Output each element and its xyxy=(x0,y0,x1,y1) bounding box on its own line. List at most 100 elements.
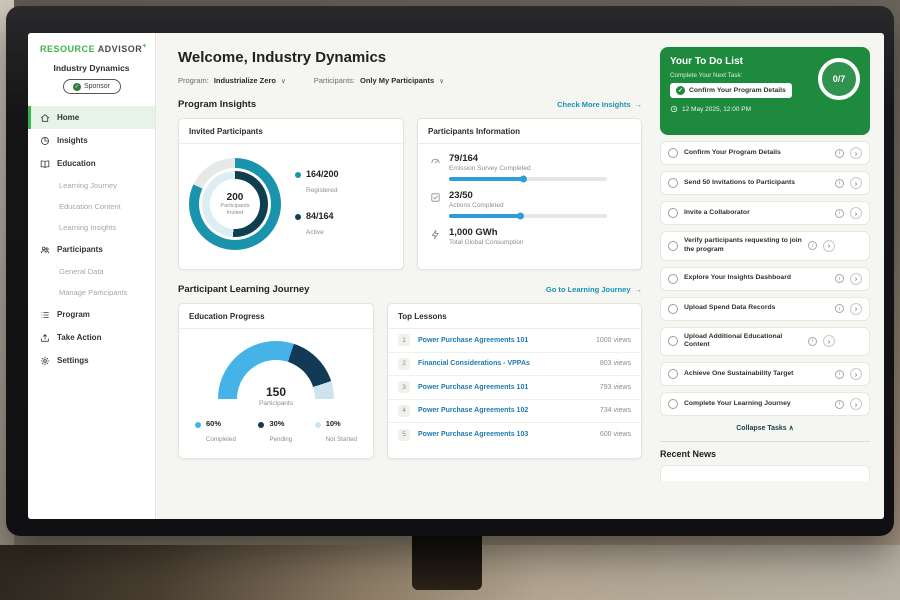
recent-news-card xyxy=(660,465,870,481)
sidebar-item-education-content[interactable]: Education Content xyxy=(28,196,155,217)
learning-journey-header: Participant Learning Journey Go to Learn… xyxy=(178,284,642,295)
meter-icon xyxy=(430,155,441,166)
task-item[interactable]: Upload Additional Educational Content i … xyxy=(660,327,870,357)
todo-header-card: Your To Do List Complete Your Next Task:… xyxy=(660,47,870,135)
card-title: Participants Information xyxy=(418,119,641,144)
legend-completed: 60% Completed xyxy=(195,419,236,446)
stat-value: 1,000 GWh xyxy=(449,227,523,238)
legend-label: Not Started xyxy=(326,436,357,443)
nav-label: Participants xyxy=(57,245,103,254)
logo-primary: RESOURCE xyxy=(40,44,95,54)
energy-icon xyxy=(430,229,441,240)
info-icon[interactable]: i xyxy=(808,241,817,250)
sidebar-item-settings[interactable]: Settings xyxy=(28,349,155,372)
lesson-link[interactable]: Financial Considerations - VPPAs xyxy=(418,360,592,367)
monitor-bezel: RESOURCE ADVISOR+ Industry Dynamics ✓ Sp… xyxy=(6,6,894,536)
chevron-right-icon[interactable]: › xyxy=(850,368,862,380)
task-checkbox[interactable] xyxy=(668,241,678,251)
task-item[interactable]: Achieve One Sustainability Target i › xyxy=(660,362,870,386)
task-checkbox[interactable] xyxy=(668,178,678,188)
task-item[interactable]: Confirm Your Program Details i › xyxy=(660,141,870,165)
task-item[interactable]: Verify participants requesting to join t… xyxy=(660,231,870,261)
home-icon xyxy=(40,113,50,123)
task-label: Send 50 Invitations to Participants xyxy=(684,179,829,188)
card-title: Top Lessons xyxy=(388,304,641,329)
invited-body: 200 Participants Invited 164/200 Registe… xyxy=(179,144,403,264)
info-icon[interactable]: i xyxy=(835,304,844,313)
sidebar-item-education[interactable]: Education xyxy=(28,152,155,175)
program-insights-header: Program Insights Check More Insights → xyxy=(178,99,642,110)
task-label: Confirm Your Program Details xyxy=(684,149,829,158)
task-checkbox[interactable] xyxy=(668,304,678,314)
card-title: Invited Participants xyxy=(179,119,403,144)
task-item[interactable]: Complete Your Learning Journey i › xyxy=(660,392,870,416)
info-icon[interactable]: i xyxy=(835,400,844,409)
lesson-link[interactable]: Power Purchase Agreements 101 xyxy=(418,337,588,344)
sidebar-item-participants[interactable]: Participants xyxy=(28,238,155,261)
dashboard-screen: RESOURCE ADVISOR+ Industry Dynamics ✓ Sp… xyxy=(28,33,884,519)
lesson-link[interactable]: Power Purchase Agreements 103 xyxy=(418,431,592,438)
info-icon[interactable]: i xyxy=(835,149,844,158)
emission-progress-bar xyxy=(449,177,607,181)
task-item[interactable]: Explore Your Insights Dashboard i › xyxy=(660,267,870,291)
task-item[interactable]: Upload Spend Data Records i › xyxy=(660,297,870,321)
sidebar-item-learning-journey[interactable]: Learning Journey xyxy=(28,175,155,196)
gauge-legend: 60% Completed 30% Pending 10% Not Starte… xyxy=(179,407,373,446)
task-checkbox[interactable] xyxy=(668,399,678,409)
participants-dropdown[interactable]: Participants: Only My Participants ∨ xyxy=(314,76,444,85)
chevron-right-icon[interactable]: › xyxy=(850,273,862,285)
info-icon[interactable]: i xyxy=(835,179,844,188)
info-icon[interactable]: i xyxy=(808,337,817,346)
task-checkbox[interactable] xyxy=(668,148,678,158)
lesson-views: 1000 views xyxy=(596,337,631,344)
task-checkbox[interactable] xyxy=(668,208,678,218)
task-checkbox[interactable] xyxy=(668,369,678,379)
task-checkbox[interactable] xyxy=(668,274,678,284)
clock-icon xyxy=(670,105,678,113)
check-more-insights-link[interactable]: Check More Insights → xyxy=(557,100,642,109)
legend-pending: 30% Pending xyxy=(258,419,292,446)
sidebar-item-learning-insights[interactable]: Learning Insights xyxy=(28,217,155,238)
lesson-rank: 3 xyxy=(398,381,410,393)
sidebar-item-insights[interactable]: Insights xyxy=(28,129,155,152)
legend-label: Active xyxy=(306,229,324,236)
chevron-right-icon[interactable]: › xyxy=(850,303,862,315)
go-to-learning-journey-link[interactable]: Go to Learning Journey → xyxy=(546,285,642,294)
sidebar-item-manage-participants[interactable]: Manage Participants xyxy=(28,282,155,303)
chevron-right-icon[interactable]: › xyxy=(850,177,862,189)
lesson-link[interactable]: Power Purchase Agreements 101 xyxy=(418,384,592,391)
todo-panel: Your To Do List Complete Your Next Task:… xyxy=(658,33,884,519)
sidebar-item-home[interactable]: Home xyxy=(28,106,155,129)
chevron-right-icon[interactable]: › xyxy=(850,398,862,410)
chevron-down-icon: ∨ xyxy=(439,77,444,85)
program-value: Industrialize Zero xyxy=(214,76,276,85)
next-task-button[interactable]: ✓ Confirm Your Program Details xyxy=(670,83,792,98)
legend-value: 164/200 xyxy=(306,169,339,179)
education-progress-card: Education Progress 150 Participants 60% … xyxy=(178,303,374,459)
sidebar-item-program[interactable]: Program xyxy=(28,303,155,326)
chevron-right-icon[interactable]: › xyxy=(823,240,835,252)
pie-chart-icon xyxy=(40,136,50,146)
lesson-link[interactable]: Power Purchase Agreements 102 xyxy=(418,407,592,414)
task-item[interactable]: Invite a Collaborator i › xyxy=(660,201,870,225)
legend-active: 84/164 Active xyxy=(295,211,339,239)
education-gauge-chart: 150 xyxy=(218,341,334,399)
task-checkbox[interactable] xyxy=(668,336,678,346)
info-icon[interactable]: i xyxy=(835,370,844,379)
legend-registered: 164/200 Registered xyxy=(295,169,339,197)
info-icon[interactable]: i xyxy=(835,209,844,218)
info-icon[interactable]: i xyxy=(835,274,844,283)
chevron-right-icon[interactable]: › xyxy=(850,207,862,219)
sidebar-item-general-data[interactable]: General Data xyxy=(28,261,155,282)
lesson-row: 1 Power Purchase Agreements 101 1000 vie… xyxy=(388,329,641,353)
task-item[interactable]: Send 50 Invitations to Participants i › xyxy=(660,171,870,195)
lesson-row: 5 Power Purchase Agreements 103 600 view… xyxy=(388,423,641,447)
program-dropdown[interactable]: Program: Industrialize Zero ∨ xyxy=(178,76,286,85)
collapse-tasks-button[interactable]: Collapse Tasks ∧ xyxy=(660,424,870,432)
nav-label: Learning Insights xyxy=(59,223,116,232)
sidebar-item-take-action[interactable]: Take Action xyxy=(28,326,155,349)
chevron-right-icon[interactable]: › xyxy=(823,335,835,347)
sidebar: RESOURCE ADVISOR+ Industry Dynamics ✓ Sp… xyxy=(28,33,156,519)
chevron-right-icon[interactable]: › xyxy=(850,147,862,159)
page-title: Welcome, Industry Dynamics xyxy=(178,49,642,66)
